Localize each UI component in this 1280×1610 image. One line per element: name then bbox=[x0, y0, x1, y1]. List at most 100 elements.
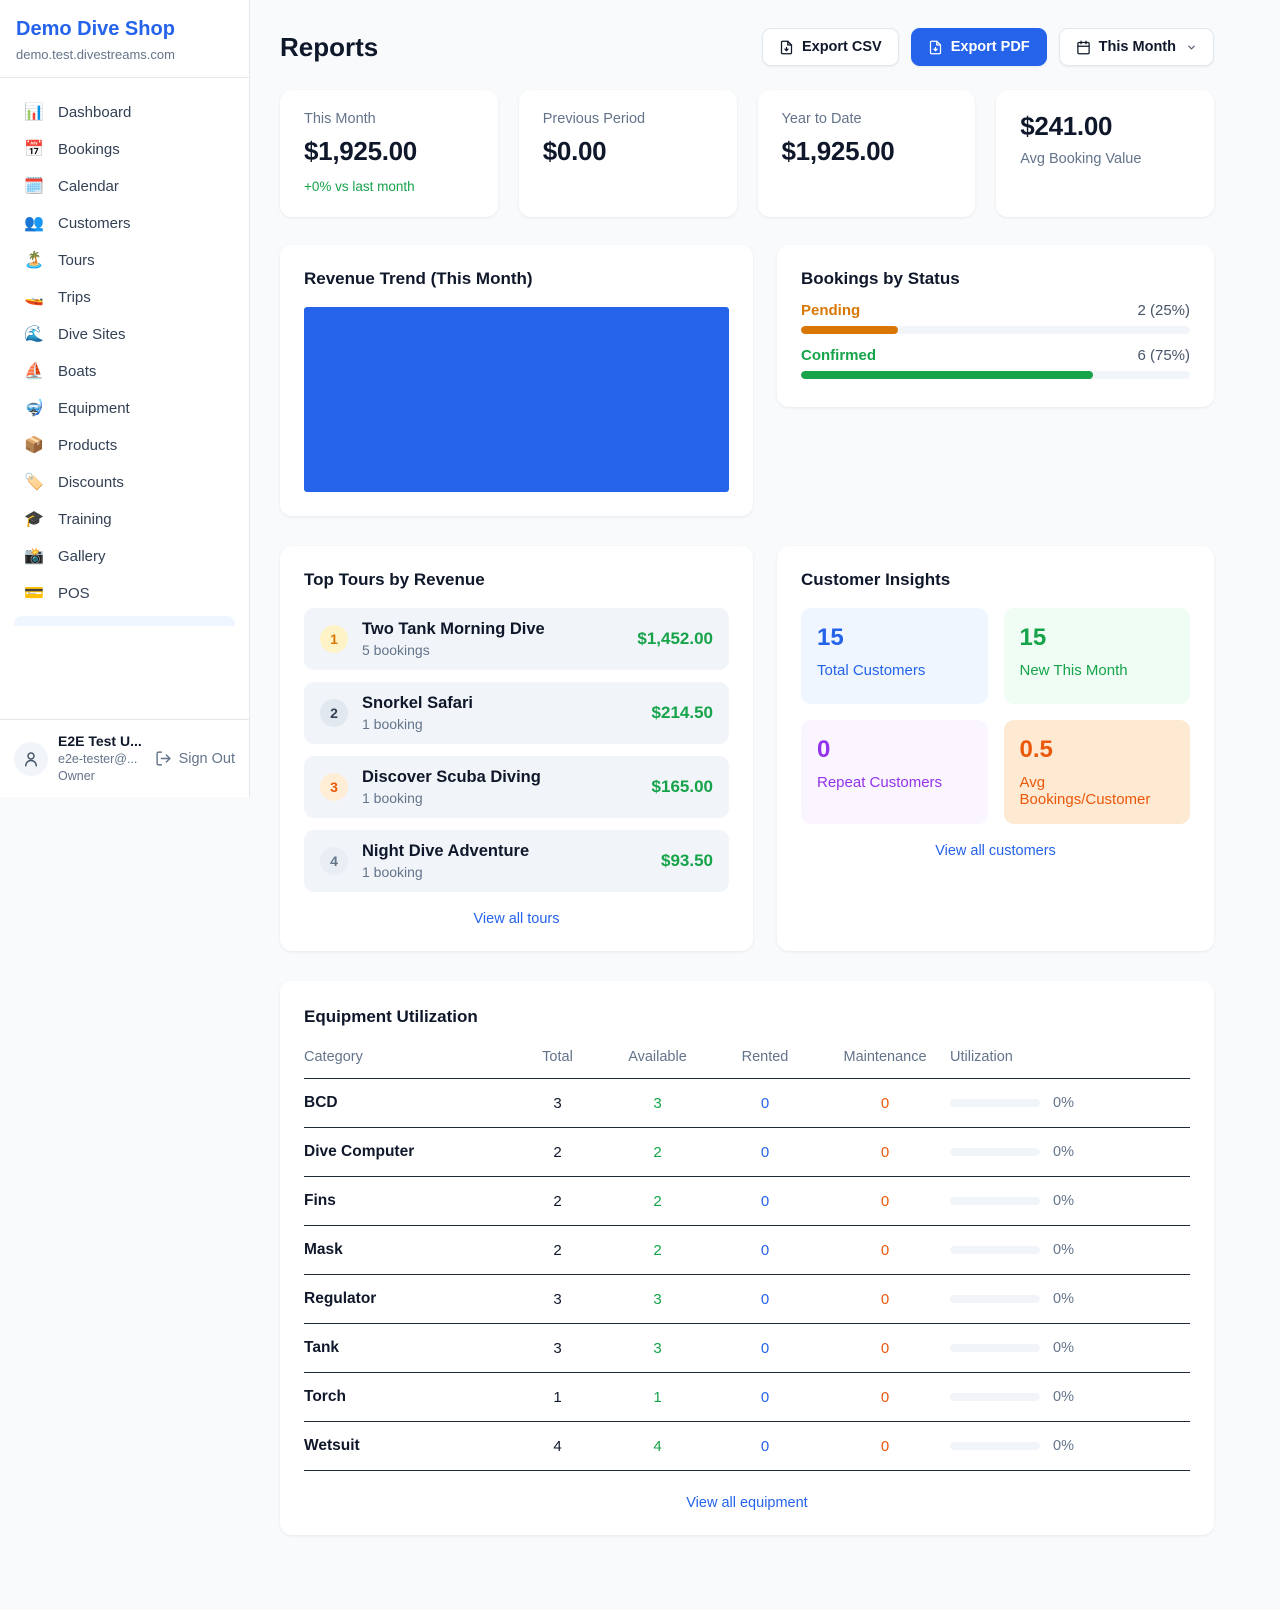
charts-row: Revenue Trend (This Month) Bookings by S… bbox=[280, 245, 1214, 516]
utilization-percent: 0% bbox=[1053, 1095, 1074, 1111]
export-pdf-button[interactable]: Export PDF bbox=[911, 28, 1047, 66]
view-all-tours-link[interactable]: View all tours bbox=[304, 911, 729, 927]
tours-insights-row: Top Tours by Revenue 1 Two Tank Morning … bbox=[280, 546, 1214, 951]
sidebar-item-dashboard[interactable]: 📊 Dashboard bbox=[10, 94, 239, 131]
utilization-percent: 0% bbox=[1053, 1291, 1074, 1307]
sidebar-item-bookings[interactable]: 📅 Bookings bbox=[10, 131, 239, 168]
equipment-utilization-card: Equipment Utilization Category Total Ava… bbox=[280, 981, 1214, 1535]
insight-tile: 15 Total Customers bbox=[801, 608, 988, 704]
sidebar-item-label: Training bbox=[58, 511, 112, 528]
sidebar-item-products[interactable]: 📦 Products bbox=[10, 427, 239, 464]
customer-insights-card: Customer Insights 15 Total Customers 15 … bbox=[777, 546, 1214, 951]
sidebar-item-discounts[interactable]: 🏷️ Discounts bbox=[10, 464, 239, 501]
tour-bookings-count: 1 booking bbox=[362, 716, 473, 732]
revenue-trend-card: Revenue Trend (This Month) bbox=[280, 245, 753, 516]
insight-tile: 0.5 Avg Bookings/Customer bbox=[1004, 720, 1191, 824]
rank-badge: 3 bbox=[320, 773, 348, 801]
utilization-percent: 0% bbox=[1053, 1193, 1074, 1209]
tour-row: 3 Discover Scuba Diving 1 booking $165.0… bbox=[304, 756, 729, 818]
sidebar-item-tours[interactable]: 🏝️ Tours bbox=[10, 242, 239, 279]
tour-row: 4 Night Dive Adventure 1 booking $93.50 bbox=[304, 830, 729, 892]
sidebar-item-calendar[interactable]: 🗓️ Calendar bbox=[10, 168, 239, 205]
bar-chart-icon: 📊 bbox=[24, 105, 44, 121]
status-progress-track bbox=[801, 371, 1190, 379]
card-title: Revenue Trend (This Month) bbox=[304, 269, 729, 289]
equipment-available: 3 bbox=[605, 1324, 710, 1373]
discounts-tag-icon: 🏷️ bbox=[24, 475, 44, 491]
insight-value: 15 bbox=[817, 624, 972, 652]
card-title: Top Tours by Revenue bbox=[304, 570, 729, 590]
sidebar-item-training[interactable]: 🎓 Training bbox=[10, 501, 239, 538]
bookings-calendar-icon: 📅 bbox=[24, 142, 44, 158]
export-csv-button[interactable]: Export CSV bbox=[762, 28, 899, 66]
status-label: Pending bbox=[801, 302, 860, 319]
sidebar-header: Demo Dive Shop demo.test.divestreams.com bbox=[0, 0, 249, 78]
card-title: Customer Insights bbox=[801, 570, 1190, 590]
stat-card-this-month: This Month $1,925.00 +0% vs last month bbox=[280, 90, 498, 217]
equipment-rented: 0 bbox=[710, 1275, 820, 1324]
insight-value: 0.5 bbox=[1020, 736, 1175, 764]
equipment-total: 2 bbox=[510, 1177, 605, 1226]
bookings-by-status-card: Bookings by Status Pending 2 (25%) bbox=[777, 245, 1214, 407]
equipment-maintenance: 0 bbox=[820, 1275, 950, 1324]
equipment-category: Mask bbox=[304, 1226, 510, 1275]
calendar-icon: 🗓️ bbox=[24, 179, 44, 195]
insight-label: Avg Bookings/Customer bbox=[1020, 774, 1175, 808]
view-all-customers-link[interactable]: View all customers bbox=[801, 843, 1190, 859]
boats-sailboat-icon: ⛵ bbox=[24, 364, 44, 380]
sidebar-item-gallery[interactable]: 📸 Gallery bbox=[10, 538, 239, 575]
sidebar-item-trips[interactable]: 🚤 Trips bbox=[10, 279, 239, 316]
tour-row: 1 Two Tank Morning Dive 5 bookings $1,45… bbox=[304, 608, 729, 670]
equipment-category: Torch bbox=[304, 1373, 510, 1422]
stat-cards: This Month $1,925.00 +0% vs last month P… bbox=[280, 90, 1214, 217]
stat-card-avg-booking-value: $241.00 Avg Booking Value bbox=[996, 90, 1214, 217]
shop-domain: demo.test.divestreams.com bbox=[16, 47, 233, 62]
equipment-category: BCD bbox=[304, 1079, 510, 1128]
equipment-total: 3 bbox=[510, 1324, 605, 1373]
status-row: Pending 2 (25%) bbox=[801, 302, 1190, 334]
user-name: E2E Test U... bbox=[58, 732, 142, 751]
stat-value: $1,925.00 bbox=[304, 136, 474, 167]
insights-grid: 15 Total Customers 15 New This Month 0 R… bbox=[801, 608, 1190, 824]
insight-tile: 0 Repeat Customers bbox=[801, 720, 988, 824]
sidebar-item-label: Trips bbox=[58, 289, 91, 306]
gallery-camera-icon: 📸 bbox=[24, 549, 44, 565]
tour-revenue: $165.00 bbox=[652, 777, 713, 797]
sidebar-item-customers[interactable]: 👥 Customers bbox=[10, 205, 239, 242]
file-download-icon bbox=[779, 40, 794, 55]
stat-label: Previous Period bbox=[543, 111, 713, 127]
sidebar-item-label: Products bbox=[58, 437, 117, 454]
equipment-rented: 0 bbox=[710, 1079, 820, 1128]
period-dropdown[interactable]: This Month bbox=[1059, 28, 1214, 66]
table-row: Dive Computer 2 2 0 0 0% bbox=[304, 1128, 1190, 1177]
view-all-equipment-link[interactable]: View all equipment bbox=[304, 1495, 1190, 1511]
equipment-available: 4 bbox=[605, 1422, 710, 1471]
sign-out-button[interactable]: Sign Out bbox=[155, 750, 235, 767]
sidebar-item-equipment[interactable]: 🤿 Equipment bbox=[10, 390, 239, 427]
status-progress-track bbox=[801, 326, 1190, 334]
table-row: BCD 3 3 0 0 0% bbox=[304, 1079, 1190, 1128]
training-cap-icon: 🎓 bbox=[24, 512, 44, 528]
utilization-percent: 0% bbox=[1053, 1242, 1074, 1258]
table-row: Torch 1 1 0 0 0% bbox=[304, 1373, 1190, 1422]
file-download-icon bbox=[928, 40, 943, 55]
page-title: Reports bbox=[280, 32, 378, 63]
utilization-bar-track bbox=[950, 1246, 1040, 1254]
utilization-bar-track bbox=[950, 1295, 1040, 1303]
sidebar-item-label: Dashboard bbox=[58, 104, 131, 121]
sidebar-item-boats[interactable]: ⛵ Boats bbox=[10, 353, 239, 390]
column-header-category: Category bbox=[304, 1041, 510, 1079]
equipment-maintenance: 0 bbox=[820, 1422, 950, 1471]
insight-label: Repeat Customers bbox=[817, 774, 972, 791]
shop-name: Demo Dive Shop bbox=[16, 18, 233, 41]
utilization-bar-track bbox=[950, 1344, 1040, 1352]
status-progress-fill bbox=[801, 371, 1093, 379]
tour-bookings-count: 1 booking bbox=[362, 790, 541, 806]
tour-bookings-count: 5 bookings bbox=[362, 642, 545, 658]
sidebar-item-reports-active-clipped[interactable] bbox=[14, 616, 235, 626]
equipment-rented: 0 bbox=[710, 1177, 820, 1226]
sign-out-label: Sign Out bbox=[179, 751, 235, 767]
sidebar-item-dive-sites[interactable]: 🌊 Dive Sites bbox=[10, 316, 239, 353]
sidebar-item-pos[interactable]: 💳 POS bbox=[10, 575, 239, 612]
equipment-maintenance: 0 bbox=[820, 1373, 950, 1422]
